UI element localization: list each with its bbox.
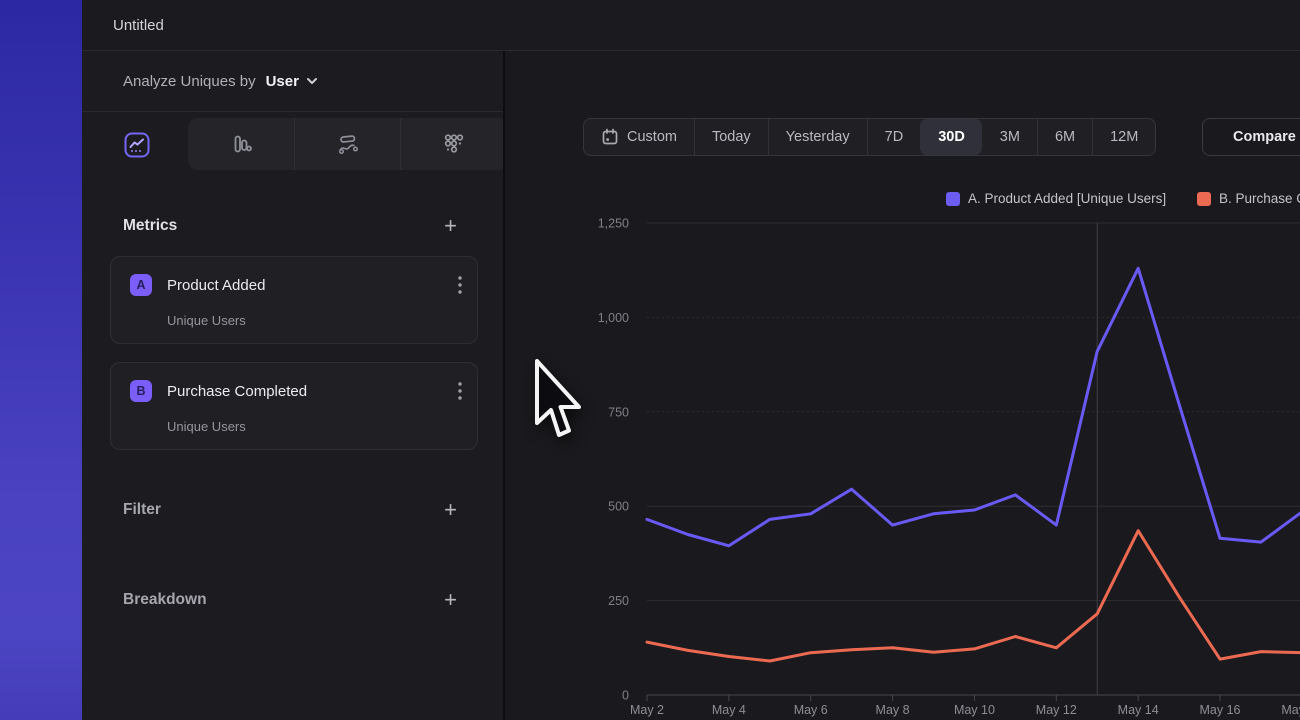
series-line-b[interactable] <box>647 531 1300 661</box>
retention-grid-icon <box>442 132 466 156</box>
metrics-section-header: Metrics + <box>123 211 457 241</box>
left-gradient-strip <box>0 0 82 720</box>
flows-icon <box>336 132 360 156</box>
bar-chart-icon <box>229 132 253 156</box>
filter-section-header: Filter + <box>123 495 457 525</box>
breakdown-title: Breakdown <box>123 591 207 609</box>
series-line-a[interactable] <box>647 268 1300 546</box>
x-axis-label: May 4 <box>712 703 746 717</box>
mouse-cursor <box>531 357 583 441</box>
query-builder-panel: Analyze Uniques by User <box>82 51 505 720</box>
breakdown-section-header: Breakdown + <box>123 585 457 615</box>
metric-card-b[interactable]: B Purchase Completed Unique Users <box>110 362 478 450</box>
chevron-down-icon <box>306 77 318 85</box>
x-axis-label: May 6 <box>794 703 828 717</box>
chart-canvas[interactable]: 0 250 500 750 1,000 1,250 May 2 May 4 May 6 May 8… <box>507 51 1300 720</box>
tab-flows[interactable] <box>294 118 400 170</box>
metric-options-button[interactable] <box>458 276 462 299</box>
add-filter-button[interactable]: + <box>444 500 457 520</box>
top-bar: Untitled <box>82 0 1300 51</box>
tab-bar-chart[interactable] <box>188 118 294 170</box>
metrics-title: Metrics <box>123 217 177 235</box>
metric-badge-b: B <box>130 380 152 402</box>
add-metric-button[interactable]: + <box>444 216 457 236</box>
analyze-label: Analyze Uniques by <box>123 73 256 90</box>
filter-title: Filter <box>123 501 161 519</box>
x-axis-label: May 16 <box>1200 703 1241 717</box>
chart-panel: CustomTodayYesterday7D30D3M6M12M Compare… <box>507 51 1300 720</box>
chart-type-tabs <box>82 112 505 170</box>
metric-options-button[interactable] <box>458 382 462 405</box>
y-axis-label: 500 <box>608 500 629 514</box>
analyze-by-dropdown[interactable]: User <box>266 73 299 90</box>
x-axis-label: May 8 <box>876 703 910 717</box>
tab-retention[interactable] <box>400 118 505 170</box>
add-breakdown-button[interactable]: + <box>444 590 457 610</box>
kebab-icon <box>458 276 462 294</box>
kebab-icon <box>458 382 462 400</box>
y-axis-label: 1,250 <box>598 217 629 231</box>
metric-subtitle: Unique Users <box>167 419 246 434</box>
metric-label: Purchase Completed <box>167 383 307 400</box>
x-axis-label: May 12 <box>1036 703 1077 717</box>
x-axis-label: May 2 <box>630 703 664 717</box>
tab-line-chart[interactable] <box>124 132 150 158</box>
y-axis-label: 0 <box>622 689 629 703</box>
chart-type-tab-strip <box>188 118 505 170</box>
y-axis-label: 1,000 <box>598 311 629 325</box>
analyze-row: Analyze Uniques by User <box>82 51 505 112</box>
metric-card-a[interactable]: A Product Added Unique Users <box>110 256 478 344</box>
report-title[interactable]: Untitled <box>113 17 164 34</box>
y-axis-label: 750 <box>608 405 629 419</box>
metric-label: Product Added <box>167 277 265 294</box>
metric-subtitle: Unique Users <box>167 313 246 328</box>
x-axis-label: May 14 <box>1118 703 1159 717</box>
metric-badge-a: A <box>130 274 152 296</box>
line-chart-icon <box>124 132 150 158</box>
x-axis-label: May 10 <box>954 703 995 717</box>
x-axis-label: May 18 <box>1281 703 1300 717</box>
y-axis-label: 250 <box>608 594 629 608</box>
